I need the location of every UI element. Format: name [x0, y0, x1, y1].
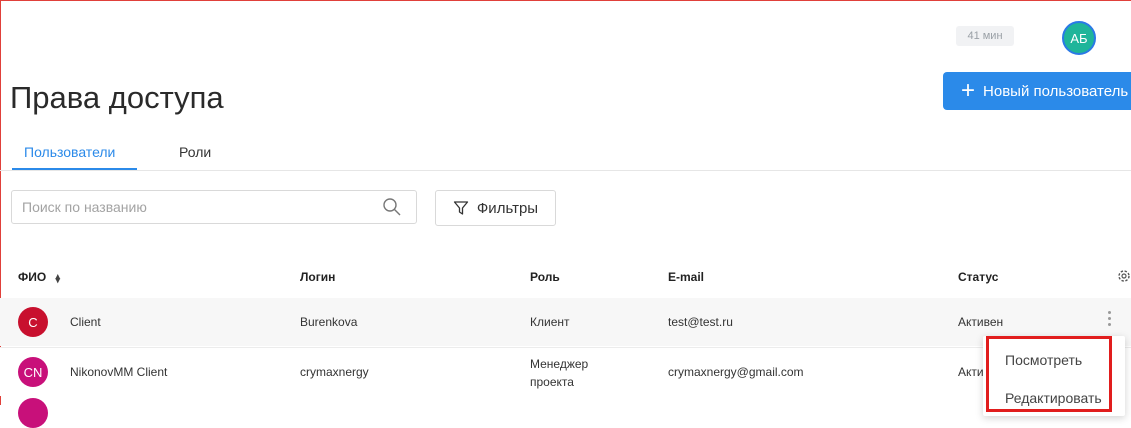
- new-user-button[interactable]: + Новый пользователь: [943, 72, 1131, 110]
- column-header-role: Роль: [530, 270, 560, 284]
- avatar: [18, 398, 48, 428]
- new-user-label: Новый пользователь: [983, 82, 1129, 100]
- active-tab-indicator: [12, 168, 137, 170]
- tab-users[interactable]: Пользователи: [24, 144, 115, 160]
- menu-item-view[interactable]: Посмотреть: [1005, 352, 1082, 368]
- avatar: C: [18, 307, 48, 337]
- search-input[interactable]: [12, 198, 382, 216]
- page-title: Права доступа: [10, 80, 224, 115]
- frame-border-top: [0, 0, 1131, 1]
- session-timer: 41 мин: [956, 26, 1014, 46]
- table-row[interactable]: C Client Burenkova Клиент test@test.ru А…: [0, 298, 1131, 346]
- filter-icon: [453, 201, 469, 215]
- cell-role: Менеджер проекта: [530, 357, 589, 389]
- cell-login: crymaxnergy: [300, 365, 369, 379]
- plus-icon: +: [961, 77, 976, 104]
- gear-icon[interactable]: [1116, 268, 1131, 284]
- search-box: [11, 190, 417, 224]
- tabs-bar: Пользователи Роли: [0, 138, 1131, 171]
- column-header-email: E-mail: [668, 270, 705, 284]
- tab-roles[interactable]: Роли: [179, 144, 211, 160]
- user-avatar[interactable]: АБ: [1062, 21, 1096, 55]
- column-header-status: Статус: [958, 270, 999, 284]
- filters-label: Фильтры: [476, 199, 539, 217]
- search-icon[interactable]: [382, 197, 402, 217]
- cell-name: Client: [70, 315, 101, 329]
- cell-email: crymaxnergy@gmail.com: [668, 365, 804, 379]
- cell-login: Burenkova: [300, 315, 358, 329]
- sort-icon[interactable]: ▴ ▾: [56, 271, 61, 284]
- cell-email: test@test.ru: [668, 315, 733, 329]
- status-badge: Активен: [958, 315, 1004, 329]
- cell-name: NikonovMM Client: [70, 365, 168, 379]
- filters-button[interactable]: Фильтры: [435, 190, 556, 226]
- status-badge: Активен: [958, 365, 984, 379]
- avatar: CN: [18, 357, 48, 387]
- cell-role: Клиент: [530, 315, 570, 329]
- menu-item-edit[interactable]: Редактировать: [1005, 390, 1102, 406]
- table-row[interactable]: CN NikonovMM Client crymaxnergy Менеджер…: [0, 347, 1131, 396]
- column-header-fio[interactable]: ФИО ▴ ▾: [18, 270, 60, 284]
- row-actions-menu: Посмотреть Редактировать: [983, 336, 1125, 416]
- more-options-icon[interactable]: [1104, 308, 1114, 336]
- column-header-login: Логин: [300, 270, 336, 284]
